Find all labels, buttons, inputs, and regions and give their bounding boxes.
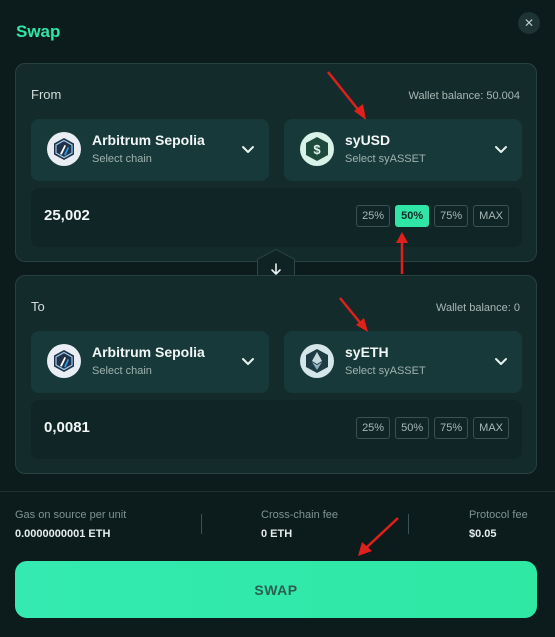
- to-pct-25-button[interactable]: 25%: [356, 417, 391, 439]
- from-pct-50-button[interactable]: 50%: [395, 205, 430, 227]
- from-amount-input[interactable]: 25,002: [44, 207, 90, 224]
- to-amount-row[interactable]: 0,0081 25% 50% 75% MAX: [31, 400, 522, 459]
- arbitrum-icon: [47, 132, 81, 166]
- ethereum-icon: [300, 344, 334, 378]
- from-asset-select[interactable]: $ syUSD Select syASSET: [284, 119, 522, 181]
- from-asset-sub: Select syASSET: [345, 153, 426, 165]
- from-wallet-balance: Wallet balance: 50.004: [408, 90, 521, 102]
- to-chain-select[interactable]: Arbitrum Sepolia Select chain: [31, 331, 269, 393]
- to-panel: To Wallet balance: 0 Arbitrum Sepolia Se…: [15, 275, 537, 474]
- to-percent-buttons: 25% 50% 75% MAX: [356, 417, 509, 439]
- cross-chain-fee-value: 0 ETH: [261, 528, 293, 540]
- to-asset-select[interactable]: syETH Select syASSET: [284, 331, 522, 393]
- protocol-fee-label: Protocol fee: [469, 509, 528, 521]
- protocol-fee: Protocol fee $0.05: [469, 509, 528, 540]
- protocol-fee-value: $0.05: [469, 528, 497, 540]
- from-pct-25-button[interactable]: 25%: [356, 205, 391, 227]
- to-wallet-balance: Wallet balance: 0: [436, 302, 520, 314]
- to-pct-50-button[interactable]: 50%: [395, 417, 430, 439]
- from-percent-buttons: 25% 50% 75% MAX: [356, 205, 509, 227]
- close-icon: ✕: [523, 16, 535, 30]
- gas-fee: Gas on source per unit 0.0000000001 ETH: [15, 509, 126, 540]
- fee-separator: [201, 514, 202, 534]
- to-asset-name: syETH: [345, 344, 389, 360]
- chevron-down-icon: [242, 146, 254, 153]
- arbitrum-icon: [47, 344, 81, 378]
- from-pct-max-button[interactable]: MAX: [473, 205, 509, 227]
- to-asset-sub: Select syASSET: [345, 365, 426, 377]
- gas-fee-value: 0.0000000001 ETH: [15, 528, 111, 540]
- chevron-down-icon: [242, 358, 254, 365]
- arrow-down-icon: [271, 263, 281, 275]
- fee-separator: [408, 514, 409, 534]
- from-amount-row[interactable]: 25,002 25% 50% 75% MAX: [31, 188, 522, 247]
- to-pct-75-button[interactable]: 75%: [434, 417, 469, 439]
- gas-fee-label: Gas on source per unit: [15, 509, 127, 521]
- from-label: From: [31, 87, 62, 102]
- svg-text:$: $: [313, 142, 321, 157]
- cross-chain-fee-label: Cross-chain fee: [261, 509, 339, 521]
- dollar-icon: $: [300, 132, 334, 166]
- divider: [0, 491, 555, 492]
- from-asset-name: syUSD: [345, 132, 391, 148]
- page-title: Swap: [16, 22, 61, 41]
- to-chain-name: Arbitrum Sepolia: [92, 344, 205, 360]
- chevron-down-icon: [495, 358, 507, 365]
- cross-chain-fee: Cross-chain fee 0 ETH: [261, 509, 338, 540]
- to-chain-sub: Select chain: [92, 365, 152, 377]
- from-panel: From Wallet balance: 50.004 Arbitrum Sep…: [15, 63, 537, 262]
- from-pct-75-button[interactable]: 75%: [434, 205, 469, 227]
- close-button[interactable]: ✕: [518, 12, 540, 34]
- to-amount-output: 0,0081: [44, 419, 90, 436]
- swap-button[interactable]: SWAP: [15, 561, 537, 618]
- from-chain-sub: Select chain: [92, 153, 152, 165]
- annotation-arrow: [358, 517, 399, 556]
- to-label: To: [31, 299, 45, 314]
- chevron-down-icon: [495, 146, 507, 153]
- to-pct-max-button[interactable]: MAX: [473, 417, 509, 439]
- from-chain-name: Arbitrum Sepolia: [92, 132, 205, 148]
- from-chain-select[interactable]: Arbitrum Sepolia Select chain: [31, 119, 269, 181]
